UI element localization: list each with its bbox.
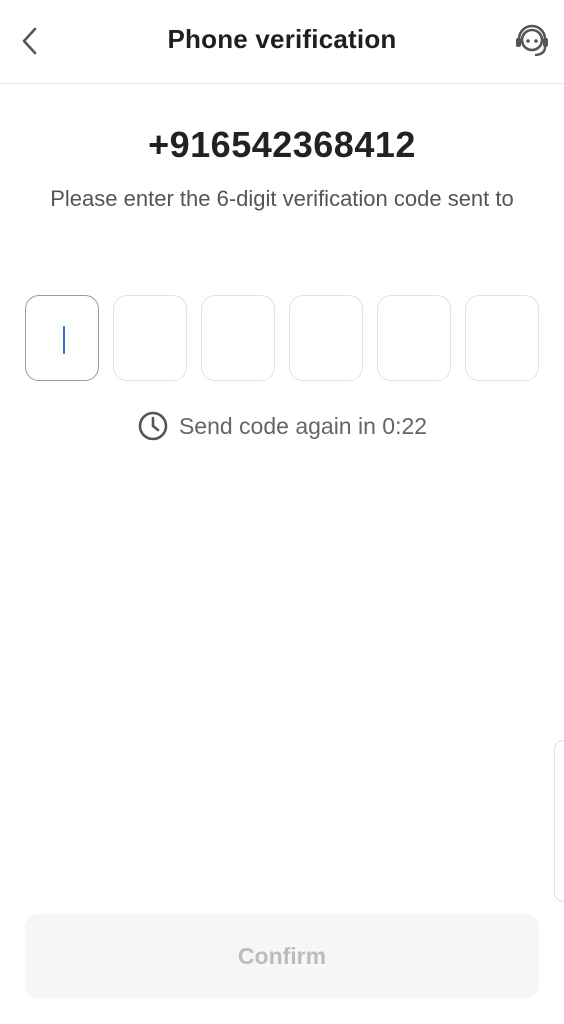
headset-support-icon [516,24,548,57]
side-drawer-handle[interactable] [554,740,564,902]
phone-verification-screen: Phone verification +916542368412 Please … [0,0,564,1024]
code-digit-5[interactable] [377,295,451,381]
resend-countdown-text: Send code again in 0:22 [178,412,428,439]
confirm-button[interactable]: Confirm [25,914,539,998]
text-caret [63,326,65,354]
clock-icon [138,411,168,441]
code-digit-4[interactable] [289,295,363,381]
resend-timer: Send code again in 0:22 [0,410,564,442]
code-digit-3[interactable] [201,295,275,381]
verification-instruction: Please enter the 6-digit verification co… [50,186,514,211]
phone-number: +916542368412 [148,124,416,165]
customer-support-button[interactable] [510,20,554,62]
verification-code-input [25,295,539,383]
code-digit-6[interactable] [465,295,539,381]
code-digit-2[interactable] [113,295,187,381]
page-title: Phone verification [167,24,397,54]
code-digit-1[interactable] [25,295,99,381]
top-bar: Phone verification [0,0,564,84]
